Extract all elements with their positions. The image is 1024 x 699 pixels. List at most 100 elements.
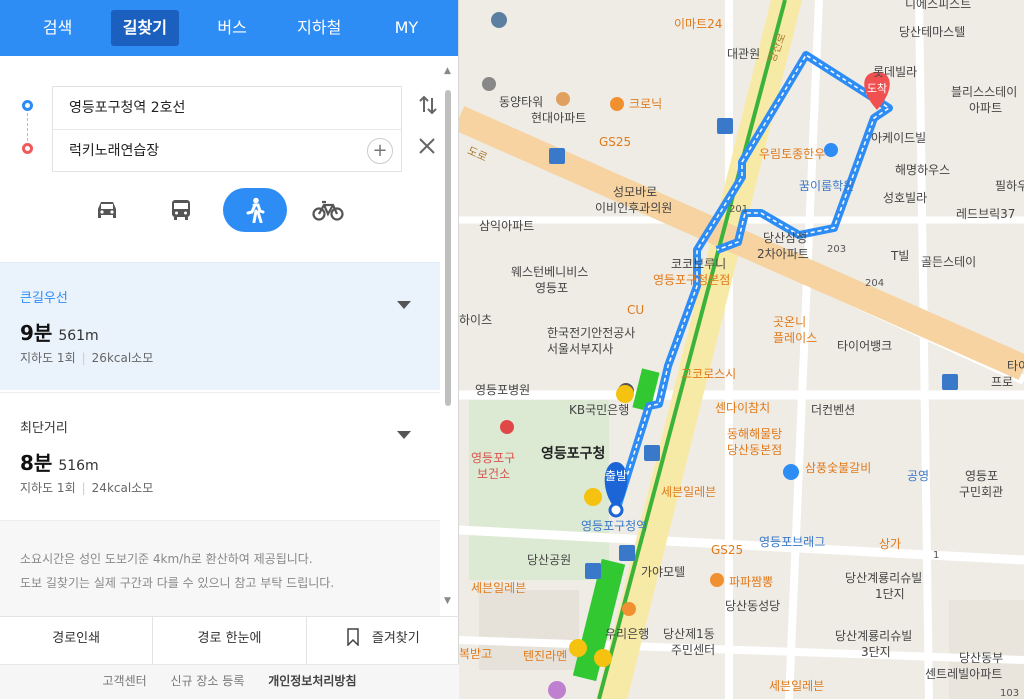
panel-scrollbar[interactable]: ▲ ▼ bbox=[443, 66, 453, 610]
directions-panel: 검색 길찾기 버스 지하철 MY 영등포구청역 2호선 럭키노래연습장 + ▲ … bbox=[0, 0, 459, 699]
top-navigation: 검색 길찾기 버스 지하철 MY bbox=[0, 0, 458, 56]
map-label: 삼풍숯불갈비 bbox=[805, 461, 871, 475]
map-label: 영등포 bbox=[535, 281, 568, 295]
map-label: 크로닉 bbox=[629, 97, 662, 111]
mode-car[interactable] bbox=[75, 188, 139, 232]
favorite-button[interactable]: 즐겨찾기 bbox=[307, 617, 459, 664]
map-label: 삼익아파트 bbox=[479, 219, 534, 233]
map-label: KB국민은행 bbox=[569, 402, 629, 417]
origin-marker-icon bbox=[22, 100, 33, 111]
tab-bus[interactable]: 버스 bbox=[189, 10, 276, 46]
map-label: 2차아파트 bbox=[757, 247, 809, 261]
notice-line-2: 도보 길찾기는 실제 구간과 다를 수 있으니 참고 부탁 드립니다. bbox=[20, 576, 335, 590]
route-time: 9분 561m bbox=[20, 317, 99, 346]
map-label: 필하우 bbox=[995, 179, 1024, 193]
route-underpass: 지하도 1회 bbox=[20, 481, 76, 495]
route-inputs: 영등포구청역 2호선 럭키노래연습장 + bbox=[52, 86, 402, 172]
customer-center-link[interactable]: 고객센터 bbox=[102, 674, 146, 688]
privacy-policy-link[interactable]: 개인정보처리방침 bbox=[268, 674, 356, 688]
map-label: 블리스스테이 bbox=[951, 85, 1017, 99]
route-title: 최단거리 bbox=[20, 421, 68, 436]
map-label: 하이츠 bbox=[459, 313, 492, 327]
map-canvas[interactable]: 출발 도착 이마트24 대관원 양산로 롯데빌라 당산테마스텔 블리스스테이 아… bbox=[459, 0, 1024, 699]
map-label: 코코브루니 bbox=[671, 257, 726, 271]
map-label: 당산공원 bbox=[527, 553, 571, 567]
map-label: 영등포 bbox=[965, 469, 998, 483]
tab-subway[interactable]: 지하철 bbox=[276, 10, 363, 46]
mode-bike[interactable] bbox=[296, 188, 360, 232]
action-bar: 경로인쇄 경로 한눈에 즐겨찾기 bbox=[0, 616, 459, 664]
print-route-button[interactable]: 경로인쇄 bbox=[0, 617, 154, 664]
map-label: 한국전기안전공사 bbox=[547, 326, 635, 340]
map-view[interactable]: 출발 도착 이마트24 대관원 양산로 롯데빌라 당산테마스텔 블리스스테이 아… bbox=[459, 0, 1024, 699]
road-number: 201 bbox=[729, 204, 748, 215]
map-label: 텐진라멘 bbox=[523, 649, 567, 663]
map-label: 영등포구 bbox=[471, 451, 515, 465]
map-label: 롯데빌라 bbox=[873, 65, 917, 79]
map-label: 영등포구청 bbox=[541, 445, 605, 462]
app-window: 검색 길찾기 버스 지하철 MY 영등포구청역 2호선 럭키노래연습장 + ▲ … bbox=[0, 0, 1024, 699]
map-label: 파파짬뽕 bbox=[729, 575, 773, 589]
route-calories: 24kcal소모 bbox=[91, 481, 154, 495]
map-label: 곳온니 bbox=[773, 315, 806, 329]
close-icon[interactable] bbox=[418, 136, 436, 161]
route-option-1[interactable]: 큰길우선 9분 561m 지하도 1회 | 26kcal소모 bbox=[0, 262, 440, 390]
tab-search[interactable]: 검색 bbox=[14, 10, 101, 46]
origin-field[interactable]: 영등포구청역 2호선 bbox=[53, 87, 401, 129]
tab-my[interactable]: MY bbox=[363, 10, 450, 46]
map-label: 센다이참치 bbox=[715, 401, 770, 415]
map-label: 세븐일레븐 bbox=[471, 581, 526, 595]
end-label: 도착 bbox=[867, 82, 887, 95]
map-label: 당산계룡리슈빌 bbox=[845, 571, 922, 585]
chevron-down-icon[interactable] bbox=[397, 301, 411, 309]
route-distance: 516m bbox=[58, 458, 99, 474]
chevron-down-icon[interactable] bbox=[397, 431, 411, 439]
walk-icon bbox=[246, 197, 265, 223]
scroll-up-icon[interactable]: ▲ bbox=[444, 66, 451, 76]
mode-walk[interactable] bbox=[223, 188, 287, 232]
walking-notice: 소요시간은 성인 도보기준 4km/h로 환산하여 제공됩니다. 도보 길찾기는… bbox=[0, 520, 440, 616]
destination-marker-icon bbox=[22, 143, 33, 154]
map-label: 3단지 bbox=[861, 645, 891, 659]
scroll-thumb[interactable] bbox=[445, 90, 451, 406]
register-place-link[interactable]: 신규 장소 등록 bbox=[170, 674, 244, 688]
map-label: 가야모텔 bbox=[641, 565, 685, 579]
map-label: 동양타워 bbox=[499, 95, 543, 109]
road-number: 204 bbox=[865, 278, 884, 289]
destination-field[interactable]: 럭키노래연습장 + bbox=[53, 129, 401, 171]
route-overview-button[interactable]: 경로 한눈에 bbox=[153, 617, 307, 664]
bus-icon bbox=[172, 200, 190, 220]
transport-modes bbox=[0, 188, 440, 236]
route-time-value: 9분 bbox=[20, 321, 53, 345]
map-label: 아파트 bbox=[969, 101, 1002, 115]
map-label: 세븐일레븐 bbox=[661, 485, 716, 499]
swap-icon[interactable] bbox=[418, 94, 438, 121]
bike-icon bbox=[312, 200, 344, 221]
map-label: 서울서부지사 bbox=[547, 342, 613, 356]
road-number: 1 bbox=[933, 550, 939, 561]
map-label: 플레이스 bbox=[773, 331, 817, 345]
map-label: 영등포구청본점 bbox=[653, 273, 730, 287]
map-label: 영등포병원 bbox=[475, 383, 530, 397]
map-label: 대관원 bbox=[727, 47, 760, 61]
add-waypoint-icon[interactable]: + bbox=[367, 138, 393, 164]
map-label: 꿈이룸학원 bbox=[799, 179, 854, 193]
route-option-2[interactable]: 최단거리 8분 516m 지하도 1회 | 24kcal소모 bbox=[0, 392, 440, 520]
map-label: 당산동본점 bbox=[727, 443, 782, 457]
map-label: 웨스턴베니비스 bbox=[511, 265, 588, 279]
map-label: 타이어뱅크 bbox=[837, 339, 892, 353]
map-label: 영등포브래그 bbox=[759, 535, 825, 549]
route-calories: 26kcal소모 bbox=[91, 351, 154, 365]
map-label: 복받고 bbox=[459, 647, 492, 661]
map-label: 당산삼성 bbox=[763, 231, 807, 245]
mode-bus[interactable] bbox=[149, 188, 213, 232]
map-label: GS25 bbox=[711, 543, 743, 557]
map-label: CU bbox=[627, 303, 644, 317]
map-label: 영등포구청역 bbox=[581, 519, 647, 533]
tab-directions[interactable]: 길찾기 bbox=[111, 10, 179, 46]
scroll-down-icon[interactable]: ▼ bbox=[444, 596, 451, 606]
map-label: 세븐일레븐 bbox=[769, 679, 824, 693]
map-label: 1단지 bbox=[875, 587, 905, 601]
footer: 고객센터 신규 장소 등록 개인정보처리방침 bbox=[0, 664, 459, 699]
route-underpass: 지하도 1회 bbox=[20, 351, 76, 365]
